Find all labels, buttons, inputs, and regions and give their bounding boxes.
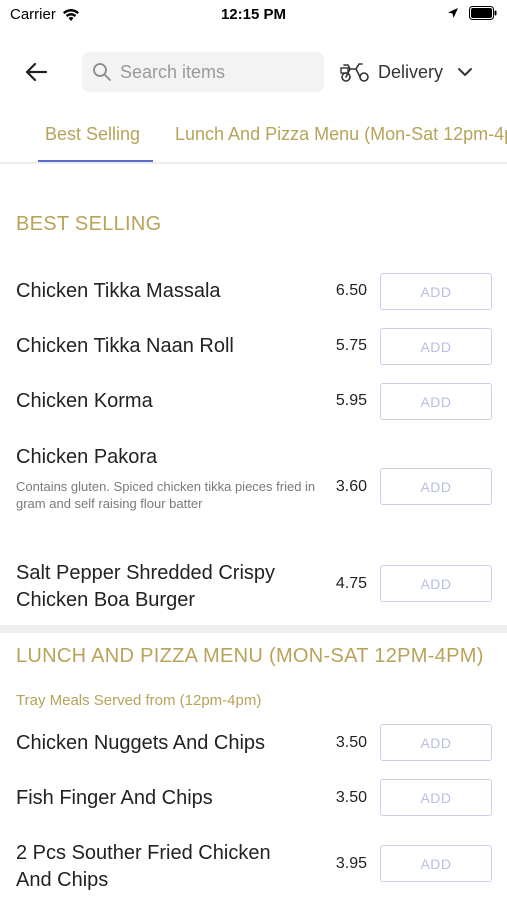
item-price: 3.60 xyxy=(335,478,367,495)
top-header: Delivery xyxy=(0,50,507,94)
item-price: 3.95 xyxy=(335,855,367,872)
add-button[interactable]: ADD xyxy=(380,779,492,816)
status-time: 12:15 PM xyxy=(220,6,287,23)
item-description: Contains gluten. Spiced chicken tikka pi… xyxy=(16,479,316,511)
back-button[interactable] xyxy=(20,58,52,86)
location-arrow-icon xyxy=(448,8,458,18)
item-name: Chicken Tikka Massala xyxy=(16,280,221,302)
item-name: Chicken Nuggets And Chips xyxy=(16,732,266,754)
item-price: 5.95 xyxy=(335,392,367,409)
item-price: 6.50 xyxy=(335,282,367,299)
item-name: Chicken Tikka Naan Roll xyxy=(16,335,234,357)
section-title-best-selling: BEST SELLING xyxy=(16,213,162,235)
item-name-line-2: And Chips xyxy=(16,869,109,891)
list-item[interactable]: 2 Pcs Souther Fried Chicken And Chips 3.… xyxy=(0,840,507,900)
active-tab-indicator xyxy=(38,160,153,162)
delivery-label: Delivery xyxy=(378,61,444,82)
add-button[interactable]: ADD xyxy=(380,845,492,882)
status-bar: Carrier 12:15 PM xyxy=(0,0,507,30)
add-button[interactable]: ADD xyxy=(380,383,492,420)
item-name: Chicken Pakora xyxy=(16,446,158,468)
list-item[interactable]: Chicken Tikka Massala 6.50 ADD xyxy=(0,270,507,315)
battery-icon xyxy=(469,6,497,20)
back-arrow-icon xyxy=(25,62,48,82)
add-button[interactable]: ADD xyxy=(380,724,492,761)
item-name: Fish Finger And Chips xyxy=(16,787,213,809)
search-icon xyxy=(93,63,111,81)
status-indicators xyxy=(447,6,497,20)
list-item[interactable]: Salt Pepper Shredded Crispy Chicken Boa … xyxy=(0,560,507,620)
item-price: 5.75 xyxy=(335,337,367,354)
list-item[interactable]: Chicken Tikka Naan Roll 5.75 ADD xyxy=(0,325,507,370)
item-price: 4.75 xyxy=(335,575,367,592)
item-name-line-1: Salt Pepper Shredded Crispy xyxy=(16,562,276,584)
item-price: 3.50 xyxy=(335,789,367,806)
section-divider xyxy=(0,625,507,633)
chevron-down-icon xyxy=(458,68,473,76)
section-title-lunch-and-pizza: LUNCH AND PIZZA MENU (MON-SAT 12PM-4PM) xyxy=(16,645,484,667)
search-input[interactable] xyxy=(120,61,310,83)
add-button[interactable]: ADD xyxy=(380,565,492,602)
list-item[interactable]: Chicken Korma 5.95 ADD xyxy=(0,380,507,425)
item-name: Chicken Korma xyxy=(16,390,153,412)
delivery-scooter-icon xyxy=(340,63,369,82)
list-item[interactable]: Fish Finger And Chips 3.50 ADD xyxy=(0,777,507,822)
item-name-line-2: Chicken Boa Burger xyxy=(16,589,195,611)
tab-best-selling[interactable]: Best Selling xyxy=(45,124,140,145)
item-name-line-1: 2 Pcs Souther Fried Chicken xyxy=(16,842,271,864)
search-box[interactable] xyxy=(82,52,324,92)
tab-lunch-and-pizza-menu[interactable]: Lunch And Pizza Menu (Mon-Sat 12pm-4pm) xyxy=(175,124,507,145)
item-price: 3.50 xyxy=(335,734,367,751)
list-item[interactable]: Chicken Pakora Contains gluten. Spiced c… xyxy=(0,444,507,534)
delivery-mode-selector[interactable]: Delivery xyxy=(340,56,473,88)
category-tabs: Best Selling Lunch And Pizza Menu (Mon-S… xyxy=(0,108,507,164)
add-button[interactable]: ADD xyxy=(380,468,492,505)
add-button[interactable]: ADD xyxy=(380,273,492,310)
list-item[interactable]: Chicken Nuggets And Chips 3.50 ADD xyxy=(0,722,507,767)
add-button[interactable]: ADD xyxy=(380,328,492,365)
section-subtitle: Tray Meals Served from (12pm-4pm) xyxy=(16,692,262,709)
